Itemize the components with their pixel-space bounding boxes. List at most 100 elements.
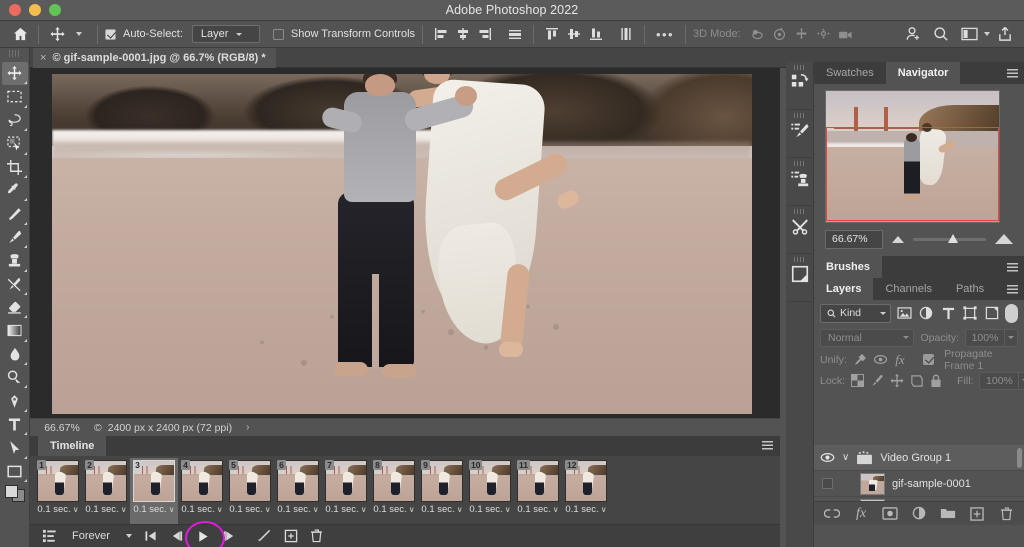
zoom-3d-camera-icon[interactable]: [835, 24, 857, 45]
brush-settings-icon[interactable]: [786, 110, 814, 158]
roll-3d-icon[interactable]: [769, 24, 791, 45]
orbit-3d-icon[interactable]: [747, 24, 769, 45]
animation-frame[interactable]: 80.1 sec.∨: [370, 458, 418, 524]
zoom-in-large-mountain-icon[interactable]: [995, 234, 1013, 244]
tab-navigator[interactable]: Navigator: [886, 62, 961, 84]
auto-select-checkbox[interactable]: [105, 29, 116, 40]
home-icon[interactable]: [9, 24, 31, 45]
spot-healing-brush-tool[interactable]: [2, 202, 28, 225]
lock-artboard-nesting-icon[interactable]: [910, 373, 924, 388]
status-document-info[interactable]: © 2400 px x 2400 px (72 ppi) ›: [94, 422, 249, 434]
tool-presets-icon[interactable]: [786, 206, 814, 254]
delete-layer-icon[interactable]: [998, 506, 1014, 522]
filter-shape-icon[interactable]: [962, 305, 979, 322]
document-image[interactable]: [52, 74, 752, 414]
animation-frame[interactable]: 120.1 sec.∨: [562, 458, 610, 524]
tab-swatches[interactable]: Swatches: [814, 62, 886, 84]
fill-stepper-arrow[interactable]: [1019, 372, 1024, 390]
layer-thumbnail[interactable]: [860, 473, 885, 495]
fill-value[interactable]: 100%: [979, 372, 1019, 390]
path-selection-tool[interactable]: [2, 436, 28, 459]
shape-tool[interactable]: [2, 460, 28, 483]
frame-duration-dropdown[interactable]: 0.1 sec.∨: [565, 504, 606, 515]
propagate-frame-checkbox[interactable]: [923, 354, 934, 365]
brush-tool[interactable]: [2, 226, 28, 249]
align-vertical-centers-icon[interactable]: [563, 24, 585, 45]
animation-frame[interactable]: 110.1 sec.∨: [514, 458, 562, 524]
chevron-right-icon[interactable]: ›: [246, 422, 249, 433]
loop-option-dropdown[interactable]: Forever: [62, 530, 138, 542]
navigator-zoom-slider-knob[interactable]: [948, 234, 958, 243]
navigator-zoom-slider[interactable]: [913, 238, 986, 241]
workspace-icon[interactable]: [958, 24, 980, 45]
animation-frame[interactable]: 60.1 sec.∨: [274, 458, 322, 524]
search-icon[interactable]: [930, 24, 952, 45]
filter-type-icon[interactable]: [940, 305, 957, 322]
panel-menu-icon[interactable]: [762, 441, 773, 450]
tween-frames-icon[interactable]: [252, 526, 278, 546]
auto-select-target-dropdown[interactable]: Layer: [192, 25, 260, 43]
layer-filter-toggle[interactable]: [1005, 304, 1018, 323]
duplicate-frame-icon[interactable]: [278, 526, 304, 546]
frame-duration-dropdown[interactable]: 0.1 sec.∨: [229, 504, 270, 515]
link-layers-icon[interactable]: [824, 506, 840, 522]
animation-frame[interactable]: 10.1 sec.∨: [34, 458, 82, 524]
pan-3d-icon[interactable]: [791, 24, 813, 45]
navigator-thumbnail[interactable]: [825, 90, 1000, 223]
navigator-view-box[interactable]: [826, 127, 999, 221]
opacity-value[interactable]: 100%: [965, 329, 1005, 347]
distribute-horizontal-icon[interactable]: [504, 24, 526, 45]
clone-source-icon[interactable]: [786, 158, 814, 206]
frame-duration-dropdown[interactable]: 0.1 sec.∨: [469, 504, 510, 515]
add-layer-mask-icon[interactable]: [882, 506, 898, 522]
panel-menu-icon[interactable]: [1007, 263, 1018, 272]
distribute-vertical-icon[interactable]: [615, 24, 637, 45]
align-right-edges-icon[interactable]: [474, 24, 496, 45]
lock-image-pixels-icon[interactable]: [870, 373, 884, 388]
opacity-stepper-arrow[interactable]: [1005, 329, 1018, 347]
frame-duration-dropdown[interactable]: 0.1 sec.∨: [325, 504, 366, 515]
slide-3d-icon[interactable]: [813, 24, 835, 45]
frame-duration-dropdown[interactable]: 0.1 sec.∨: [517, 504, 558, 515]
animation-frame[interactable]: 40.1 sec.∨: [178, 458, 226, 524]
document-tab[interactable]: × © gif-sample-0001.jpg @ 66.7% (RGB/8) …: [33, 48, 276, 68]
animation-frame[interactable]: 20.1 sec.∨: [82, 458, 130, 524]
tab-channels[interactable]: Channels: [873, 278, 943, 300]
convert-to-video-timeline-icon[interactable]: [36, 526, 62, 546]
animation-frames-list[interactable]: 10.1 sec.∨20.1 sec.∨30.1 sec.∨40.1 sec.∨…: [34, 458, 776, 524]
status-zoom-level[interactable]: 66.67%: [30, 422, 94, 434]
toggle-visibility-icon[interactable]: [820, 478, 835, 489]
animation-frame[interactable]: 70.1 sec.∨: [322, 458, 370, 524]
zoom-out-small-mountain-icon[interactable]: [892, 236, 904, 243]
select-previous-frame-icon[interactable]: [164, 526, 190, 546]
panel-menu-icon[interactable]: [1007, 69, 1018, 78]
foreground-color-swatch[interactable]: [5, 485, 18, 498]
frame-duration-dropdown[interactable]: 0.1 sec.∨: [133, 504, 174, 515]
layers-scrollbar[interactable]: [1017, 448, 1022, 468]
toggle-visibility-icon[interactable]: [820, 452, 835, 463]
frame-duration-dropdown[interactable]: 0.1 sec.∨: [277, 504, 318, 515]
crop-tool[interactable]: [2, 156, 28, 179]
select-first-frame-icon[interactable]: [138, 526, 164, 546]
add-layer-style-icon[interactable]: fx: [853, 506, 869, 522]
new-layer-icon[interactable]: [969, 506, 985, 522]
share-export-icon[interactable]: [994, 24, 1016, 45]
tool-preset-chevron-icon[interactable]: [68, 24, 90, 45]
close-icon[interactable]: ×: [40, 52, 46, 64]
lock-transparent-pixels-icon[interactable]: [851, 373, 864, 388]
clone-stamp-tool[interactable]: [2, 249, 28, 272]
align-top-edges-icon[interactable]: [541, 24, 563, 45]
frame-duration-dropdown[interactable]: 0.1 sec.∨: [181, 504, 222, 515]
filter-smart-object-icon[interactable]: [983, 305, 1000, 322]
frame-duration-dropdown[interactable]: 0.1 sec.∨: [85, 504, 126, 515]
align-horizontal-centers-icon[interactable]: [452, 24, 474, 45]
history-brush-tool[interactable]: [2, 273, 28, 296]
canvas-area[interactable]: [30, 68, 780, 420]
blend-mode-dropdown[interactable]: Normal: [820, 329, 914, 347]
new-adjustment-layer-icon[interactable]: [911, 506, 927, 522]
align-bottom-edges-icon[interactable]: [585, 24, 607, 45]
show-transform-controls-checkbox[interactable]: [273, 29, 284, 40]
more-options-button[interactable]: •••: [652, 24, 678, 45]
object-selection-tool[interactable]: [2, 132, 28, 155]
move-tool-icon[interactable]: [46, 24, 68, 45]
